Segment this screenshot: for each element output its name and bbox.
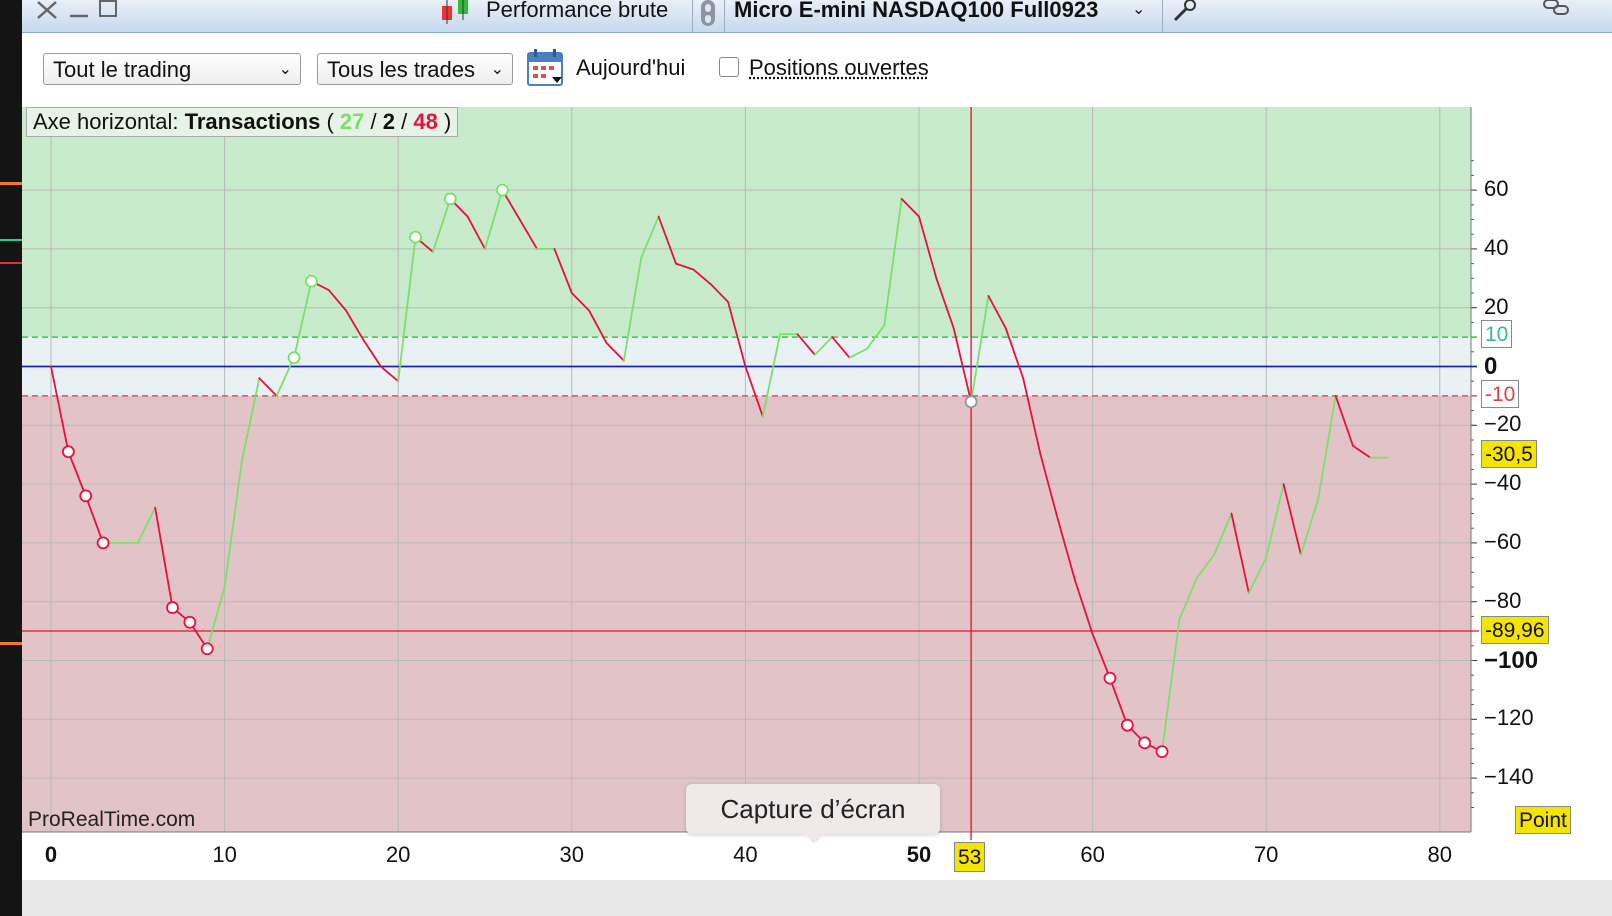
trade-marker	[61, 445, 75, 459]
crosshair-y-tag: -89,96	[1481, 616, 1549, 644]
trade-marker	[183, 615, 197, 629]
x-tick-label: 40	[733, 842, 758, 867]
x-tick-label: 60	[1080, 842, 1105, 867]
trade-marker	[409, 230, 422, 244]
trade-marker	[1120, 718, 1134, 732]
y-tick-label: 60	[1484, 176, 1509, 202]
trade-marker	[495, 183, 509, 197]
gain-zone	[22, 107, 1471, 338]
x-tick-label: 80	[1427, 842, 1453, 867]
legend-prefix: Axe horizontal:	[33, 109, 185, 134]
legend-sep: /	[364, 109, 383, 134]
loss-zone	[22, 395, 1471, 832]
trade-marker	[1103, 671, 1117, 685]
x-tick-label: 30	[559, 842, 585, 867]
trade-marker	[200, 642, 214, 656]
y-tick-label: −20	[1484, 411, 1522, 437]
y-tick-label: 0	[1484, 352, 1498, 380]
trade-marker	[1138, 736, 1152, 750]
x-tick-label: 10	[212, 842, 237, 867]
y-tick-label: −100	[1484, 646, 1539, 674]
legend-paren: (	[320, 109, 340, 134]
legend-losers-count: 48	[413, 109, 438, 134]
trade-marker	[79, 489, 93, 503]
performance-chart[interactable]	[0, 0, 1612, 916]
trade-marker	[964, 395, 978, 409]
x-tick-label: 50	[906, 842, 932, 867]
x-tick-label: 70	[1253, 842, 1279, 867]
trade-marker	[443, 192, 457, 206]
y-tick-label: −40	[1484, 470, 1522, 496]
trade-marker	[287, 351, 301, 365]
unit-tag: Point	[1515, 806, 1571, 834]
trade-marker	[96, 536, 110, 550]
trade-marker	[1155, 745, 1169, 759]
last-value-tag: -30,5	[1481, 440, 1537, 468]
crosshair-x-tag: 53	[954, 842, 986, 872]
upper-threshold-tag: 10	[1481, 320, 1513, 348]
x-tick-label: 0	[44, 842, 58, 867]
y-tick-label: −60	[1484, 528, 1522, 554]
y-tick-label: 40	[1484, 234, 1509, 260]
trade-marker	[166, 601, 179, 614]
y-tick-label: −80	[1484, 587, 1522, 613]
legend-sep: /	[395, 109, 414, 134]
y-tick-label: −140	[1484, 764, 1534, 790]
legend-winners-count: 27	[339, 109, 365, 134]
legend-neutral-count: 2	[382, 109, 395, 134]
y-tick-label: −120	[1484, 705, 1534, 731]
watermark: ProRealTime.com	[28, 808, 196, 831]
dock-bar	[22, 880, 1612, 916]
lower-threshold-tag: -10	[1481, 380, 1520, 408]
legend-axis-name: Transactions	[184, 109, 321, 134]
legend-paren: )	[437, 109, 452, 134]
horizontal-axis-legend: Axe horizontal: Transactions ( 27 / 2 / …	[26, 107, 459, 137]
x-tick-label: 20	[385, 842, 411, 867]
screenshot-tooltip: Capture d’écran	[686, 784, 940, 844]
y-tick-label: 20	[1484, 293, 1509, 319]
trade-marker	[304, 274, 318, 288]
